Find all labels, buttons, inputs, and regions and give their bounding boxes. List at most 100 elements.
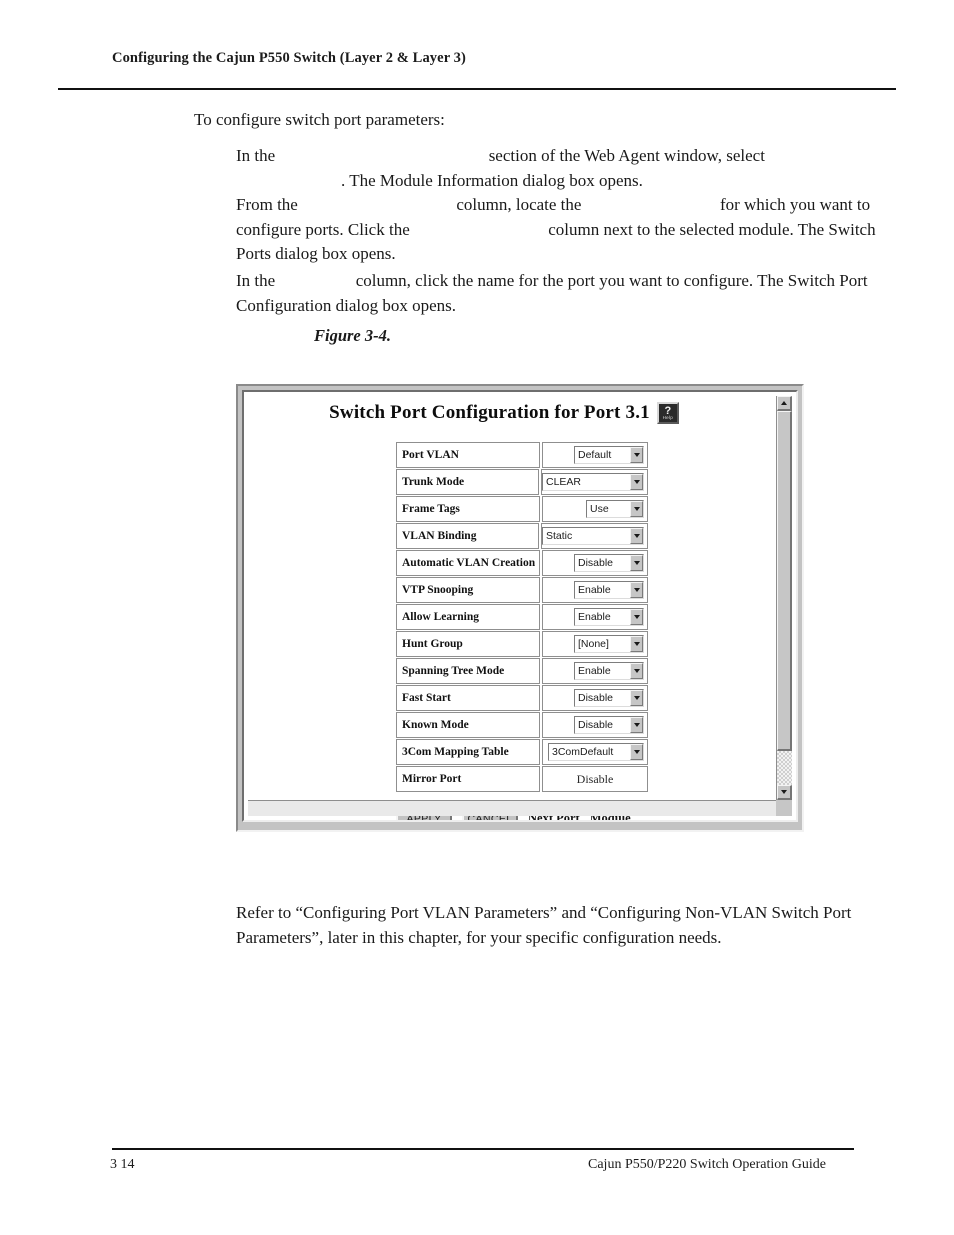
horizontal-scrollbar[interactable]: [248, 800, 776, 816]
parameter-select[interactable]: [None]: [574, 635, 644, 653]
step-1-paragraph: In the section of the Web Agent window, …: [236, 144, 884, 193]
vertical-scrollbar-track[interactable]: [777, 411, 792, 785]
parameter-select-value: 3ComDefault: [552, 746, 614, 758]
parameter-select[interactable]: Enable: [574, 662, 644, 680]
parameter-select[interactable]: Disable: [574, 554, 644, 572]
step-1-text-c: . The Module Information dialog box open…: [341, 170, 643, 190]
parameter-select-value: Default: [578, 449, 612, 461]
chevron-down-icon[interactable]: [630, 582, 643, 598]
parameter-select-value: Enable: [578, 665, 611, 677]
parameter-value-cell: Enable: [542, 604, 648, 630]
scroll-up-arrow-icon[interactable]: [777, 396, 792, 411]
parameter-value-cell: Disable: [542, 766, 648, 792]
chevron-down-icon[interactable]: [630, 663, 643, 679]
step-1-text-b: section of the Web Agent window, select: [488, 146, 765, 165]
dialog-title-row: Switch Port Configuration for Port 3.1 ?…: [244, 402, 764, 424]
parameter-table: Port VLAN Default Trunk Mode CLEAR Frame Tag…: [396, 442, 648, 793]
parameter-row: Known Mode Disable: [396, 712, 648, 738]
parameter-label: Fast Start: [396, 685, 540, 711]
footer-divider: [112, 1148, 854, 1150]
parameter-value-cell: 3ComDefault: [542, 739, 648, 765]
parameter-select[interactable]: Disable: [574, 689, 644, 707]
parameter-label: Hunt Group: [396, 631, 540, 657]
chevron-down-icon[interactable]: [630, 609, 643, 625]
figure-label: Figure 3-4.: [314, 326, 392, 345]
step-3-text-a: In the: [236, 271, 276, 290]
parameter-label: Spanning Tree Mode: [396, 658, 540, 684]
parameter-select-value: Disable: [578, 719, 614, 731]
parameter-value-cell: [None]: [542, 631, 648, 657]
dialog-title: Switch Port Configuration for Port 3.1: [329, 402, 650, 423]
parameter-select[interactable]: Disable: [574, 716, 644, 734]
parameter-row: Mirror Port Disable: [396, 766, 648, 792]
chevron-down-icon[interactable]: [630, 717, 643, 733]
parameter-select-value: CLEAR: [546, 476, 582, 488]
switch-port-configuration-dialog: Switch Port Configuration for Port 3.1 ?…: [236, 384, 804, 832]
scroll-down-arrow-icon[interactable]: [777, 785, 792, 800]
parameter-label: 3Com Mapping Table: [396, 739, 540, 765]
parameter-label: Known Mode: [396, 712, 540, 738]
step-1-text-a: In the: [236, 146, 276, 165]
dialog-content-area: Switch Port Configuration for Port 3.1 ?…: [242, 390, 798, 822]
vertical-scrollbar-thumb[interactable]: [777, 411, 792, 751]
header-divider: [58, 88, 896, 90]
step-3-paragraph: In the column, click the name for the po…: [236, 269, 884, 318]
parameter-select[interactable]: Enable: [574, 608, 644, 626]
chevron-down-icon[interactable]: [630, 690, 643, 706]
chevron-down-icon[interactable]: [630, 447, 643, 463]
parameter-select[interactable]: Default: [574, 446, 644, 464]
chevron-down-icon[interactable]: [630, 528, 643, 544]
scrollbar-corner: [776, 800, 792, 816]
parameter-value-cell: Enable: [542, 658, 648, 684]
chevron-down-icon[interactable]: [630, 501, 643, 517]
parameter-select[interactable]: CLEAR: [542, 473, 644, 491]
chevron-down-icon[interactable]: [630, 474, 643, 490]
parameter-value-cell: Enable: [542, 577, 648, 603]
help-icon[interactable]: ? Help: [656, 402, 679, 424]
parameter-row: Port VLAN Default: [396, 442, 648, 468]
parameter-select[interactable]: 3ComDefault: [548, 743, 644, 761]
step-2-paragraph: From the column, locate the for which yo…: [236, 193, 884, 267]
parameter-label: VLAN Binding: [396, 523, 539, 549]
parameter-label: Trunk Mode: [396, 469, 539, 495]
parameter-label: Automatic VLAN Creation: [396, 550, 540, 576]
parameter-value-cell: Default: [542, 442, 648, 468]
parameter-row: Automatic VLAN Creation Disable: [396, 550, 648, 576]
lead-paragraph: To configure switch port parameters:: [194, 110, 445, 129]
chevron-down-icon[interactable]: [630, 744, 643, 760]
parameter-select-value: Static: [546, 530, 573, 542]
parameter-select[interactable]: Static: [542, 527, 644, 545]
parameter-label: Port VLAN: [396, 442, 540, 468]
parameter-row: Fast Start Disable: [396, 685, 648, 711]
parameter-row: VTP Snooping Enable: [396, 577, 648, 603]
parameter-value-cell: Use: [542, 496, 648, 522]
parameter-select-value: Enable: [578, 584, 611, 596]
parameter-label: Mirror Port: [396, 766, 540, 792]
parameter-row: Trunk Mode CLEAR: [396, 469, 648, 495]
step-2-text-b: column, locate the: [456, 195, 582, 214]
parameter-select[interactable]: Enable: [574, 581, 644, 599]
vertical-scrollbar[interactable]: [776, 396, 792, 800]
parameter-static-value: Disable: [576, 771, 614, 786]
page-number: 3 14: [110, 1157, 135, 1172]
help-icon-label: Help: [662, 414, 674, 420]
parameter-select-value: Enable: [578, 611, 611, 623]
step-3-text-b: column, click the name for the port you …: [236, 271, 868, 315]
closing-paragraph: Refer to “Configuring Port VLAN Paramete…: [236, 903, 852, 947]
parameter-value-cell: CLEAR: [541, 469, 648, 495]
parameter-value-cell: Disable: [542, 550, 648, 576]
parameter-value-cell: Static: [541, 523, 648, 549]
parameter-row: VLAN Binding Static: [396, 523, 648, 549]
parameter-row: Hunt Group [None]: [396, 631, 648, 657]
parameter-row: Spanning Tree Mode Enable: [396, 658, 648, 684]
parameter-select-value: Use: [590, 503, 609, 515]
parameter-label: VTP Snooping: [396, 577, 540, 603]
parameter-select[interactable]: Use: [586, 500, 644, 518]
parameter-value-cell: Disable: [542, 685, 648, 711]
parameter-value-cell: Disable: [542, 712, 648, 738]
parameter-row: Allow Learning Enable: [396, 604, 648, 630]
chevron-down-icon[interactable]: [630, 636, 643, 652]
footer-document-title: Cajun P550/P220 Switch Operation Guide: [588, 1157, 826, 1172]
chevron-down-icon[interactable]: [630, 555, 643, 571]
running-header: Configuring the Cajun P550 Switch (Layer…: [112, 50, 466, 66]
